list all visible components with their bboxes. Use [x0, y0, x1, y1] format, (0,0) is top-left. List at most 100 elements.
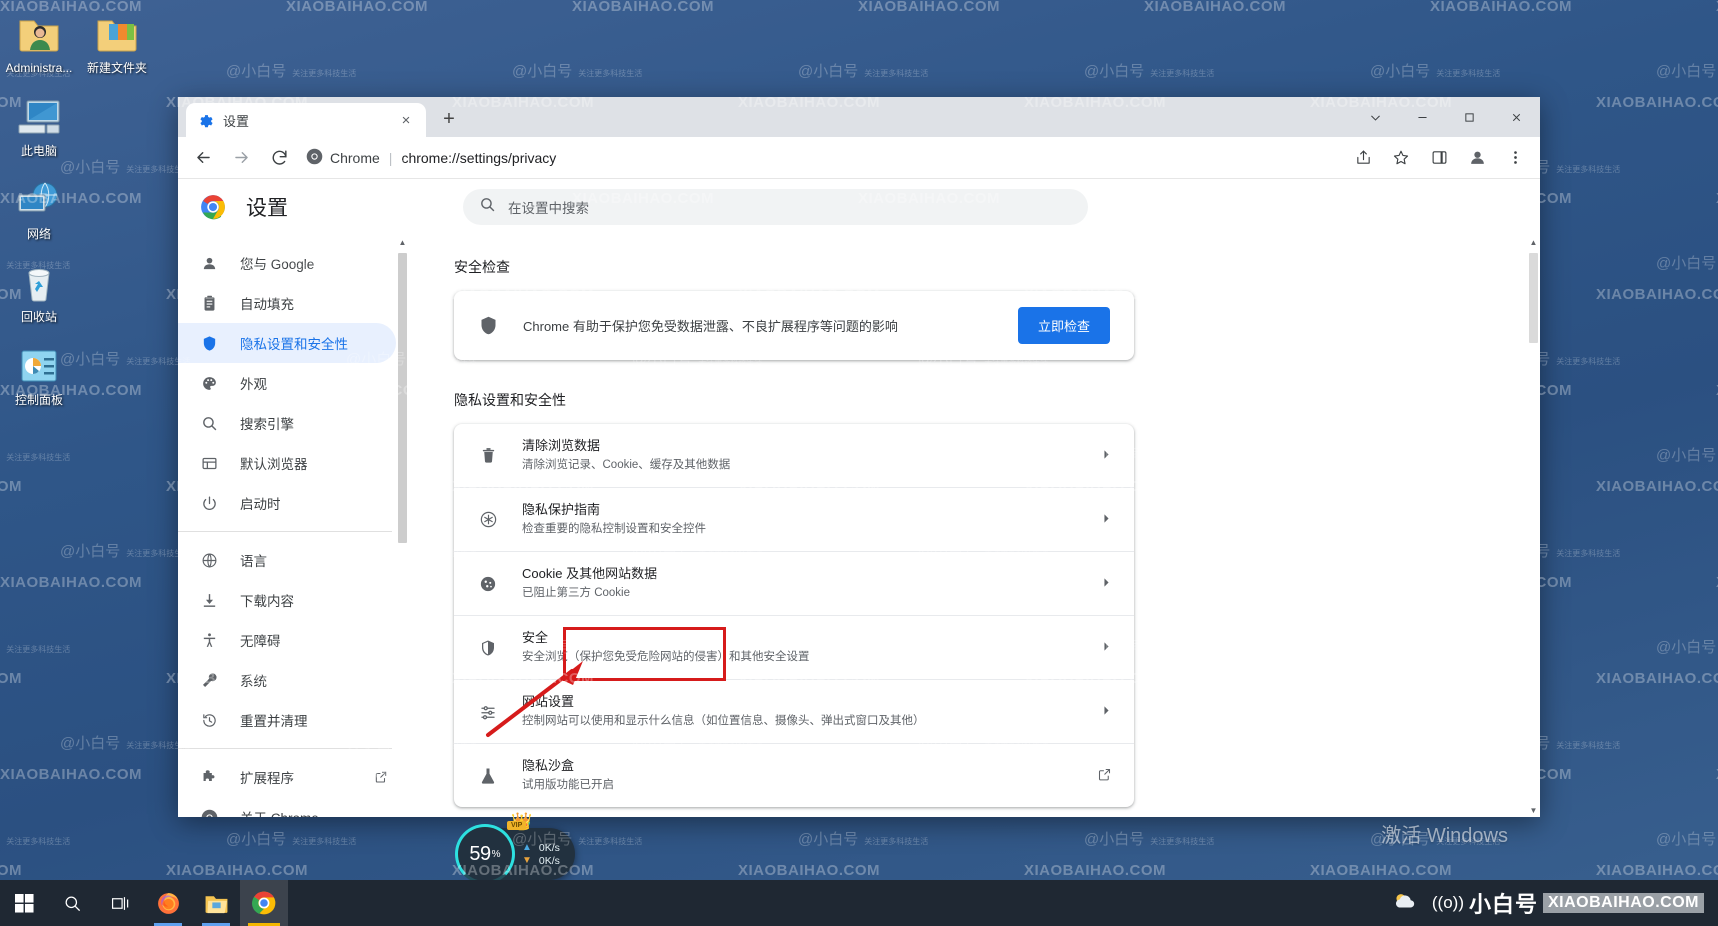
chrome-logo-icon — [200, 194, 226, 220]
desktop-icon-area: Administra... 新建文件夹 此电脑 网络 回收站 控制面板 — [0, 6, 160, 421]
chevron-right-icon[interactable] — [1101, 513, 1112, 527]
desktop-icon-this-pc[interactable]: 此电脑 — [0, 93, 78, 158]
control-panel-icon — [0, 342, 78, 390]
setting-subtitle: 安全浏览（保护您免受危险网站的侵害）和其他安全设置 — [522, 651, 810, 663]
watermark-brand-text: @小白号关注更多科技生活 — [226, 63, 357, 80]
forward-button[interactable] — [225, 142, 257, 174]
weather-icon[interactable] — [1392, 891, 1418, 916]
sidebar-item-on-startup[interactable]: 启动时 — [178, 483, 396, 523]
watermark-domain-text: XIAOBAIHAO.COM — [166, 862, 308, 879]
desktop-icon-new-folder[interactable]: 新建文件夹 — [78, 10, 156, 75]
scroll-up-arrow[interactable]: ▲ — [397, 235, 408, 249]
maximize-button[interactable] — [1446, 97, 1493, 137]
chevron-right-icon[interactable] — [1101, 577, 1112, 591]
chevron-right-icon[interactable] — [1101, 449, 1112, 463]
setting-subtitle: 清除浏览记录、Cookie、缓存及其他数据 — [522, 459, 731, 471]
desktop-icon-administrator[interactable]: Administra... — [0, 10, 78, 75]
window-controls — [1352, 97, 1540, 137]
open-external-icon[interactable] — [1097, 767, 1112, 785]
share-icon[interactable] — [1347, 142, 1379, 174]
star-icon[interactable] — [1385, 142, 1417, 174]
sidebar-item-system[interactable]: 系统 — [178, 660, 396, 700]
sidebar-item-autofill[interactable]: 自动填充 — [178, 283, 396, 323]
sidebar-item-downloads[interactable]: 下载内容 — [178, 580, 396, 620]
watermark-domain-text: XIAOBAIHAO.COM — [0, 862, 22, 879]
sidebar-scroll-thumb[interactable] — [398, 253, 407, 543]
download-arrow-icon: ▼ — [522, 855, 532, 866]
setting-row-privacy-sandbox[interactable]: 隐私沙盒 试用版功能已开启 — [454, 744, 1134, 807]
run-safety-check-button[interactable]: 立即检查 — [1017, 307, 1110, 344]
wifi-icon: ((o)) — [1431, 893, 1464, 912]
sidebar-item-accessibility[interactable]: 无障碍 — [178, 620, 396, 660]
chrome-browser-window: 设置 × + Chrome | chrome://settings/privac… — [178, 97, 1540, 817]
setting-row-privacy-guide[interactable]: 隐私保护指南 检查重要的隐私控制设置和安全控件 — [454, 488, 1134, 552]
main-scrollbar[interactable]: ▲ ▼ — [1528, 235, 1539, 817]
side-panel-icon[interactable] — [1423, 142, 1455, 174]
upload-arrow-icon: ▲ — [522, 842, 532, 853]
desktop-icon-network[interactable]: 网络 — [0, 176, 78, 241]
desktop-icon-control-panel[interactable]: 控制面板 — [0, 342, 78, 407]
desktop-icon-label: 此电脑 — [20, 144, 57, 158]
search-button[interactable] — [48, 880, 96, 926]
sliders-icon — [478, 703, 498, 721]
reload-button[interactable] — [263, 142, 295, 174]
watermark-brand-text: @小白号关注更多科技生活 — [1084, 831, 1215, 848]
profile-avatar-icon[interactable] — [1461, 142, 1493, 174]
sidebar-item-languages[interactable]: 语言 — [178, 540, 396, 580]
setting-row-clear-browsing-data[interactable]: 清除浏览数据 清除浏览记录、Cookie、缓存及其他数据 — [454, 424, 1134, 488]
setting-row-site-settings[interactable]: 网站设置 控制网站可以使用和显示什么信息（如位置信息、摄像头、弹出式窗口及其他） — [454, 680, 1134, 744]
start-button[interactable] — [0, 880, 48, 926]
sidebar-item-you-and-google[interactable]: 您与 Google — [178, 243, 396, 283]
gear-icon — [196, 112, 213, 129]
sidebar-item-search-engine[interactable]: 搜索引擎 — [178, 403, 396, 443]
sidebar-item-extensions[interactable]: 扩展程序 — [178, 757, 396, 797]
search-input[interactable]: 在设置中搜索 — [463, 189, 1088, 225]
tab-close-button[interactable]: × — [396, 110, 416, 130]
sidebar-item-label: 关于 Chrome — [240, 807, 319, 817]
watermark-domain-text: XIAOBAIHAO.COM — [1310, 862, 1452, 879]
privacy-settings-list: 清除浏览数据 清除浏览记录、Cookie、缓存及其他数据 隐私保护指南 检查重要… — [454, 424, 1134, 807]
scroll-down-arrow[interactable]: ▼ — [1528, 803, 1539, 817]
task-view-button[interactable] — [96, 880, 144, 926]
minimize-button[interactable] — [1399, 97, 1446, 137]
flask-icon — [478, 767, 498, 785]
scroll-up-arrow[interactable]: ▲ — [1528, 235, 1539, 249]
power-icon — [200, 494, 218, 512]
main-scroll-thumb[interactable] — [1529, 253, 1538, 343]
sidebar-scrollbar[interactable]: ▲ — [397, 235, 408, 817]
chrome-button[interactable] — [240, 880, 288, 926]
close-button[interactable] — [1493, 97, 1540, 137]
sidebar-item-privacy-and-security[interactable]: 隐私设置和安全性 — [178, 323, 396, 363]
watermark-domain-text: XIAOBAIHAO.COM — [572, 0, 714, 15]
file-explorer-button[interactable] — [192, 880, 240, 926]
three-dot-menu-icon[interactable] — [1499, 142, 1531, 174]
open-external-icon[interactable] — [374, 770, 388, 784]
setting-row-security[interactable]: 安全 安全浏览（保护您免受危险网站的侵害）和其他安全设置 — [454, 616, 1134, 680]
watermark-domain-text: XIAOBAIHAO.COM — [1430, 0, 1572, 15]
sidebar-item-default-browser[interactable]: 默认浏览器 — [178, 443, 396, 483]
address-bar[interactable]: Chrome | chrome://settings/privacy — [306, 144, 1336, 172]
sidebar-item-label: 搜索引擎 — [240, 417, 294, 432]
tab-settings[interactable]: 设置 × — [186, 103, 426, 137]
back-button[interactable] — [187, 142, 219, 174]
watermark-domain-text: XIAOBAIHAO.COM — [1596, 478, 1718, 495]
sidebar-item-reset-and-cleanup[interactable]: 重置并清理 — [178, 700, 396, 740]
new-tab-button[interactable]: + — [434, 104, 464, 134]
firefox-button[interactable] — [144, 880, 192, 926]
desktop-icon-label: Administra... — [5, 61, 73, 75]
page-title: 设置 — [246, 197, 288, 220]
chevron-down-icon[interactable] — [1352, 97, 1399, 137]
sidebar-item-appearance[interactable]: 外观 — [178, 363, 396, 403]
chevron-right-icon[interactable] — [1101, 705, 1112, 719]
sidebar-item-about-chrome[interactable]: 关于 Chrome — [178, 797, 396, 817]
watermark-brand-text: @小白号关注更多科技生活 — [1656, 447, 1717, 464]
search-icon — [479, 196, 496, 218]
sidebar-item-label: 自动填充 — [240, 297, 294, 312]
chevron-right-icon[interactable] — [1101, 641, 1112, 655]
network-speed-widget[interactable]: 59 % VIP 👑 ▲ 0K/s ▼ 0K/s — [455, 812, 575, 884]
brand-domain: XIAOBAIHAO.COM — [1543, 893, 1704, 913]
sidebar-divider — [178, 748, 392, 749]
accessibility-icon — [200, 631, 218, 649]
desktop-icon-recycle-bin[interactable]: 回收站 — [0, 259, 78, 324]
setting-row-cookies[interactable]: Cookie 及其他网站数据 已阻止第三方 Cookie — [454, 552, 1134, 616]
